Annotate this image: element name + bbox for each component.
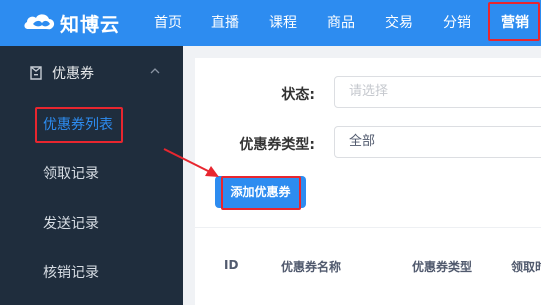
annotation-arrow bbox=[163, 148, 219, 177]
